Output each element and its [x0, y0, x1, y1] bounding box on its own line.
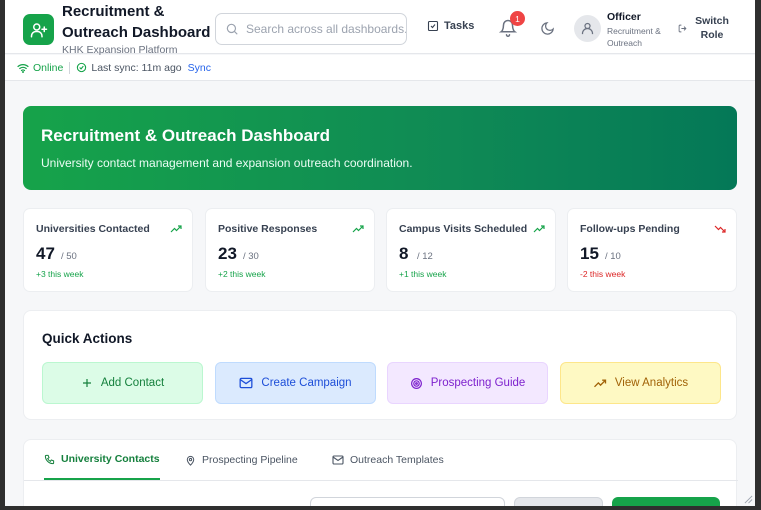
stat-card-universities-contacted: Universities Contacted 47 / 50 +3 this w… [23, 208, 193, 292]
user-plus-icon [23, 14, 54, 45]
tasks-button[interactable]: Tasks [427, 20, 474, 32]
status-bar: Online Last sync: 11m ago Sync [5, 55, 755, 81]
divider [69, 61, 71, 74]
checkbox-icon [427, 20, 439, 32]
user-role: Officer [607, 11, 641, 23]
map-pin-icon [186, 455, 195, 466]
add-contact-label: Add Contact [100, 377, 165, 389]
view-analytics-button[interactable]: View Analytics [560, 362, 721, 404]
create-campaign-label: Create Campaign [261, 377, 352, 389]
screen-frame: Recruitment & Outreach Dashboard KHK Exp… [0, 0, 761, 510]
switch-role-button[interactable]: Switch Role [678, 14, 731, 42]
plus-icon [82, 379, 91, 387]
target-icon [410, 377, 422, 389]
stat-delta: +3 this week [36, 269, 84, 279]
resize-handle-icon[interactable] [744, 495, 753, 504]
trending-down-icon [714, 225, 726, 233]
trending-up-icon [593, 379, 607, 387]
prospecting-guide-label: Prospecting Guide [430, 377, 526, 389]
trending-up-icon [170, 225, 182, 233]
add-university-button[interactable] [612, 497, 720, 506]
tab-outreach-templates[interactable]: Outreach Templates [332, 440, 444, 480]
tab-university-contacts[interactable]: University Contacts [44, 440, 160, 480]
user-icon [581, 22, 594, 35]
create-campaign-button[interactable]: Create Campaign [215, 362, 376, 404]
tab-label: Prospecting Pipeline [202, 454, 298, 466]
app-window: Recruitment & Outreach Dashboard KHK Exp… [5, 0, 755, 506]
avatar[interactable] [574, 15, 601, 42]
stat-value: 23 [218, 244, 237, 263]
stat-total: / 50 [61, 251, 77, 262]
stat-value: 15 [580, 244, 599, 263]
mail-icon [332, 455, 344, 465]
tab-label: University Contacts [61, 453, 160, 465]
moon-icon[interactable] [540, 21, 555, 36]
stat-delta: +1 this week [399, 269, 447, 279]
prospecting-guide-button[interactable]: Prospecting Guide [387, 362, 548, 404]
stat-label: Follow-ups Pending [580, 223, 680, 235]
quick-actions-panel: Quick Actions Add Contact Create Campaig… [23, 310, 737, 420]
stat-card-positive-responses: Positive Responses 23 / 30 +2 this week [205, 208, 375, 292]
app-title: Recruitment & Outreach Dashboard [62, 3, 211, 41]
phone-icon [44, 454, 55, 464]
stat-total: / 12 [417, 251, 433, 262]
quick-actions-title: Quick Actions [42, 331, 133, 346]
contacts-tabs-panel: University Contacts Prospecting Pipeline… [23, 439, 738, 506]
stat-card-follow-ups: Follow-ups Pending 15 / 10 -2 this week [567, 208, 737, 292]
wifi-icon [17, 63, 29, 73]
last-sync: Last sync: 11m ago [76, 61, 182, 74]
stat-total: / 30 [243, 251, 259, 262]
tasks-label: Tasks [444, 20, 475, 32]
stat-delta: +2 this week [218, 269, 266, 279]
stat-delta: -2 this week [580, 269, 626, 279]
hero-title: Recruitment & Outreach Dashboard [41, 126, 331, 145]
notification-badge: 1 [510, 11, 525, 26]
stat-label: Positive Responses [218, 223, 318, 235]
last-sync-label: Last sync: 11m ago [91, 61, 182, 74]
stat-label: Campus Visits Scheduled [399, 223, 528, 235]
user-department: Recruitment & Outreach [607, 26, 661, 48]
sync-link[interactable]: Sync [188, 62, 211, 74]
tab-label: Outreach Templates [350, 454, 444, 466]
stat-value: 47 [36, 244, 55, 263]
tab-divider [24, 480, 738, 481]
stat-card-campus-visits: Campus Visits Scheduled 8 / 12 +1 this w… [386, 208, 556, 292]
check-circle-icon [77, 62, 87, 73]
search-input[interactable] [246, 22, 406, 36]
logout-icon [678, 24, 687, 32]
hero-subtitle: University contact management and expans… [41, 156, 413, 170]
add-contact-button[interactable]: Add Contact [42, 362, 203, 404]
stat-total: / 10 [605, 251, 621, 262]
switch-role-label: Switch Role [695, 15, 729, 41]
tab-prospecting-pipeline[interactable]: Prospecting Pipeline [185, 440, 298, 480]
view-analytics-label: View Analytics [614, 377, 689, 389]
trending-up-icon [533, 225, 545, 233]
online-label: Online [33, 61, 64, 74]
contacts-search-input[interactable] [310, 497, 505, 506]
hero-banner: Recruitment & Outreach Dashboard Univers… [23, 106, 737, 190]
search-icon [226, 23, 238, 35]
top-header: Recruitment & Outreach Dashboard KHK Exp… [5, 0, 755, 56]
online-status: Online [17, 62, 63, 74]
global-search[interactable] [215, 13, 407, 45]
trending-up-icon [352, 225, 364, 233]
mail-icon [239, 377, 253, 389]
stat-value: 8 [399, 244, 409, 263]
filter-dropdown[interactable] [514, 497, 603, 506]
stat-label: Universities Contacted [36, 223, 150, 235]
